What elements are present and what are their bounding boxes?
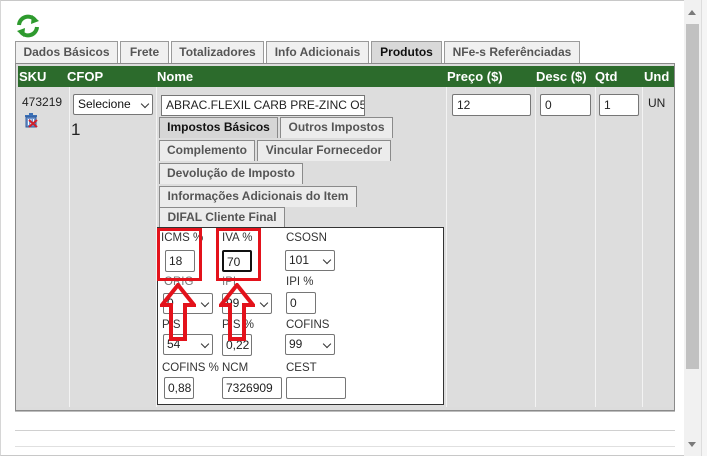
tab-info-adicionais[interactable]: Info Adicionais	[266, 41, 369, 63]
cfop-select-value: Selecione	[78, 97, 131, 111]
ncm-input[interactable]: 7326909	[222, 377, 282, 399]
tab-frete[interactable]: Frete	[120, 41, 169, 63]
chevron-down-icon	[140, 99, 150, 109]
csosn-select[interactable]: 101	[285, 250, 335, 271]
tab-dados-basicos[interactable]: Dados Básicos	[15, 41, 118, 63]
icms-highlight-box	[157, 228, 202, 281]
divider	[15, 411, 675, 412]
chevron-down-icon	[322, 339, 332, 349]
quantity-input[interactable]: 1	[599, 94, 639, 116]
subtab-difal-cliente-final[interactable]: DIFAL Cliente Final	[159, 207, 285, 228]
scroll-down-icon[interactable]	[688, 442, 696, 447]
sku-value: 473219	[22, 95, 63, 109]
header-nome: Nome	[157, 69, 194, 84]
header-und: Und	[644, 69, 670, 84]
tab-totalizadores[interactable]: Totalizadores	[171, 41, 264, 63]
header-qtd: Qtd	[595, 69, 618, 84]
subtab-impostos-basicos[interactable]: Impostos Básicos	[159, 117, 278, 138]
cest-input[interactable]	[286, 377, 346, 399]
subtab-info-adicionais-item[interactable]: Informações Adicionais do Item	[159, 186, 357, 207]
ipi-pct-label: IPI %	[286, 276, 314, 288]
cofins-select-value: 99	[289, 337, 303, 351]
vertical-scrollbar[interactable]	[684, 0, 701, 456]
header-cfop: CFOP	[67, 69, 104, 84]
window-edge	[701, 0, 707, 456]
chevron-down-icon	[322, 255, 332, 265]
tab-nfes-referenciadas[interactable]: NFe-s Referênciadas	[444, 41, 580, 63]
chevron-down-icon	[259, 298, 269, 308]
product-name-input[interactable]: ABRAC.FLEXIL CARB PRE-ZINC O57-7	[161, 95, 365, 116]
price-input[interactable]: 12	[452, 94, 531, 116]
header-sku: SKU	[19, 69, 47, 84]
iva-highlight-box	[216, 228, 261, 281]
up-arrow-icon	[219, 283, 255, 341]
csosn-select-value: 101	[289, 253, 310, 267]
subtab-complemento[interactable]: Complemento	[159, 140, 255, 161]
ipi-pct-input[interactable]: 0	[286, 292, 316, 314]
unit-value: UN	[648, 96, 666, 110]
refresh-icon[interactable]	[15, 13, 41, 39]
divider	[15, 430, 675, 431]
subtab-vincular-fornecedor[interactable]: Vincular Fornecedor	[257, 140, 391, 161]
csosn-label: CSOSN	[286, 232, 327, 244]
scroll-up-icon[interactable]	[688, 10, 696, 15]
row-number: 1	[71, 120, 81, 139]
scrollbar-thumb[interactable]	[686, 24, 699, 369]
subtab-outros-impostos[interactable]: Outros Impostos	[280, 117, 393, 138]
trash-icon[interactable]	[24, 112, 38, 128]
chevron-down-icon	[200, 339, 210, 349]
ncm-label: NCM	[222, 362, 249, 374]
up-arrow-icon	[160, 283, 196, 341]
divider	[15, 446, 675, 447]
cofins-select[interactable]: 99	[285, 334, 335, 355]
cest-label: CEST	[286, 362, 317, 374]
header-desc: Desc ($)	[536, 69, 587, 84]
discount-input[interactable]: 0	[540, 94, 591, 116]
chevron-down-icon	[200, 298, 210, 308]
products-table-header: SKU CFOP Nome Preço ($) Desc ($) Qtd Und	[18, 66, 674, 87]
cofins-pct-label: COFINS %	[162, 362, 219, 374]
header-preco: Preço ($)	[447, 69, 503, 84]
tab-produtos[interactable]: Produtos	[371, 41, 442, 63]
cfop-select[interactable]: Selecione	[73, 94, 153, 115]
cofins-pct-input[interactable]: 0,88	[164, 377, 194, 399]
cofins-label: COFINS	[286, 319, 330, 331]
subtab-devolucao-imposto[interactable]: Devolução de Imposto	[159, 163, 303, 184]
